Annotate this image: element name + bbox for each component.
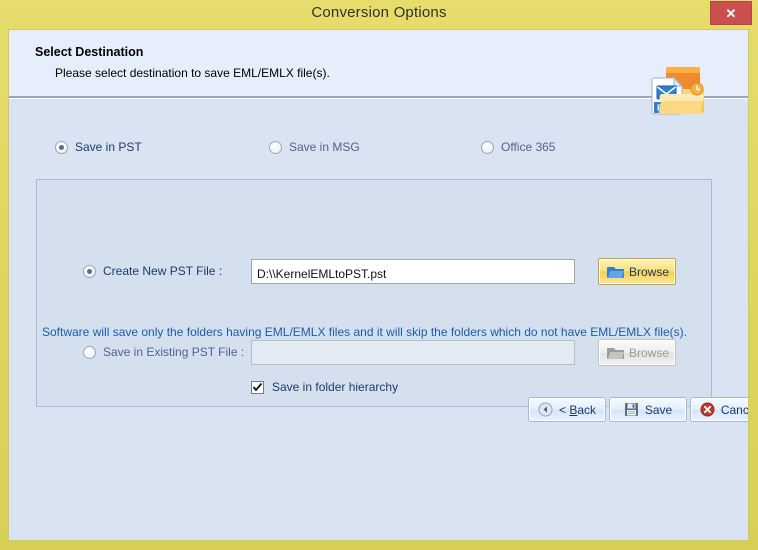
radio-indicator-save-in-msg <box>269 140 282 154</box>
window-title: Conversion Options <box>311 4 447 21</box>
checkbox-label-folder-hierarchy: Save in folder hierarchy <box>272 380 399 394</box>
browse-label-create-new: Browse <box>629 264 670 279</box>
radio-indicator-create-new-pst <box>83 264 96 278</box>
page-title: Select Destination <box>35 45 144 59</box>
page-subtitle: Please select destination to save EML/EM… <box>55 66 330 80</box>
radio-indicator-save-in-pst <box>55 140 68 154</box>
save-in-folder-hierarchy-checkbox[interactable]: Save in folder hierarchy <box>251 380 398 394</box>
radio-indicator-office-365 <box>481 140 494 154</box>
title-bar: Conversion Options ✕ <box>0 0 758 28</box>
close-icon: ✕ <box>725 5 737 21</box>
header-band <box>9 30 748 96</box>
radio-indicator-save-existing-pst <box>83 345 96 359</box>
browse-button-save-existing: Browse <box>598 339 676 366</box>
radio-label-office-365: Office 365 <box>501 140 556 154</box>
folder-open-icon <box>607 265 625 279</box>
create-new-pst-row: Create New PST File : Browse <box>37 258 713 286</box>
checkbox-indicator <box>251 380 264 394</box>
browse-button-create-new[interactable]: Browse <box>598 258 676 285</box>
radio-label-save-in-msg: Save in MSG <box>289 140 360 154</box>
folder-open-icon-disabled <box>607 346 625 360</box>
radio-save-in-pst[interactable]: Save in PST <box>55 140 142 154</box>
header-divider <box>9 96 748 98</box>
label-save-existing-pst: Save in Existing PST File : <box>103 345 245 359</box>
back-button[interactable]: < Back <box>528 397 606 422</box>
browse-label-save-existing: Browse <box>629 345 670 360</box>
cancel-button-label: Cancel <box>720 402 749 417</box>
destination-type-radio-group: Save in PST Save in MSG Office 365 <box>9 140 748 162</box>
save-existing-pst-row: Save in Existing PST File : Browse <box>37 339 713 367</box>
back-arrow-icon <box>538 402 553 417</box>
eml-file-folder-icon: EML <box>650 64 712 118</box>
save-existing-pst-path-input <box>251 340 575 365</box>
radio-label-save-in-pst: Save in PST <box>75 140 142 154</box>
radio-save-in-msg[interactable]: Save in MSG <box>269 140 360 154</box>
create-new-pst-path-input[interactable] <box>251 259 575 284</box>
floppy-disk-icon <box>624 402 639 417</box>
content-panel: Select Destination Please select destina… <box>8 29 749 541</box>
close-button[interactable]: ✕ <box>710 1 752 25</box>
radio-save-existing-pst[interactable]: Save in Existing PST File : <box>83 345 244 359</box>
save-button[interactable]: Save <box>609 397 687 422</box>
conversion-options-window: Conversion Options ✕ Select Destination … <box>0 0 758 550</box>
info-note: Software will save only the folders havi… <box>42 325 687 339</box>
label-create-new-pst: Create New PST File : <box>103 264 223 278</box>
save-button-label: Save <box>644 402 673 417</box>
pst-options-groupbox: Create New PST File : Browse <box>36 179 712 407</box>
back-button-label: < Back <box>558 402 597 417</box>
cancel-x-icon <box>700 402 715 417</box>
radio-create-new-pst[interactable]: Create New PST File : <box>83 264 222 278</box>
footer-button-bar: < Back Save Canc <box>9 397 748 437</box>
cancel-button[interactable]: Cancel <box>690 397 749 422</box>
radio-office-365[interactable]: Office 365 <box>481 140 555 154</box>
